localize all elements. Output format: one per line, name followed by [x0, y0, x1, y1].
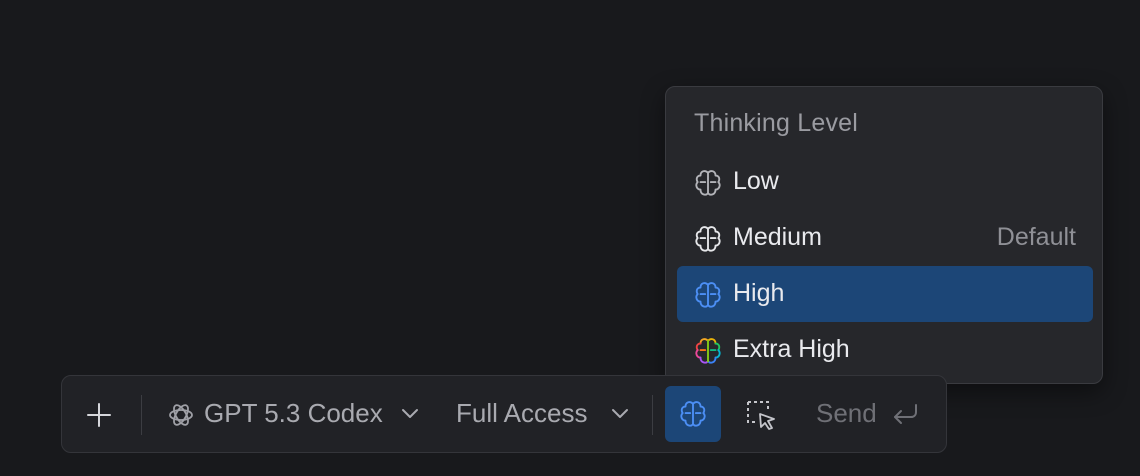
cursor-selection-icon [747, 401, 775, 430]
return-icon [894, 404, 917, 424]
menu-item-high[interactable]: High [677, 266, 1093, 322]
chevron-down-icon [612, 409, 628, 418]
chevron-down-icon [402, 409, 418, 418]
openai-logo-icon [169, 404, 193, 426]
menu-item-label: High [733, 279, 785, 307]
menu-item-label: Medium [733, 223, 822, 251]
select-element-button[interactable] [744, 398, 778, 432]
brain-rainbow-icon [695, 338, 721, 364]
composer-toolbar: GPT 5.3 Codex Full Access Send [61, 375, 947, 453]
access-label: Full Access [456, 398, 588, 428]
app-stage: Thinking Level Low Medium Default High E… [0, 0, 1140, 476]
menu-item-extra-high[interactable]: Extra High [677, 322, 1093, 378]
default-badge: Default [996, 223, 1076, 251]
toolbar-divider [141, 395, 142, 435]
brain-icon [695, 282, 721, 308]
thinking-level-button[interactable] [665, 386, 721, 442]
menu-item-medium[interactable]: Medium Default [677, 210, 1093, 266]
toolbar-divider [652, 395, 653, 435]
model-label: GPT 5.3 Codex [204, 398, 383, 428]
menu-item-label: Low [733, 167, 779, 195]
access-selector[interactable]: Full Access [456, 388, 636, 442]
brain-icon [695, 170, 721, 196]
menu-item-label: Extra High [733, 335, 850, 363]
thinking-level-menu: Thinking Level Low Medium Default High E… [665, 86, 1103, 384]
plus-icon [87, 403, 111, 427]
add-button[interactable] [84, 400, 114, 430]
send-button[interactable]: Send [816, 388, 926, 442]
model-selector[interactable]: GPT 5.3 Codex [166, 388, 428, 442]
brain-icon [695, 226, 721, 252]
brain-icon [680, 401, 706, 427]
menu-title: Thinking Level [694, 109, 859, 137]
send-label: Send [816, 398, 877, 428]
menu-item-low[interactable]: Low [677, 154, 1093, 210]
